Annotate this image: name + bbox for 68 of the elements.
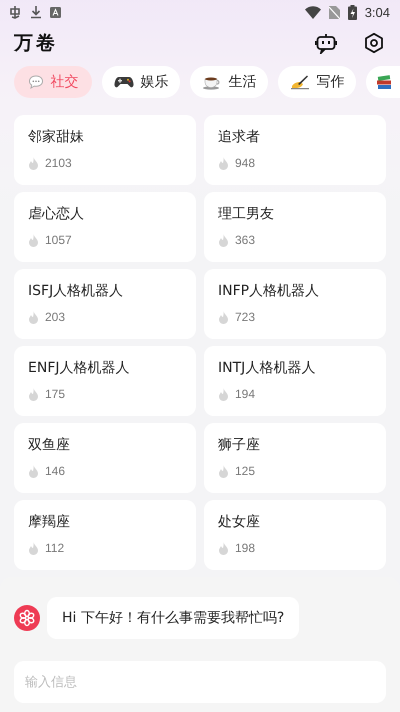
character-name: 追求者 (218, 128, 261, 146)
popularity-count: 363 (235, 233, 256, 247)
flame-icon (28, 156, 39, 170)
flame-icon (28, 542, 39, 554)
app-title: 万卷 (14, 31, 58, 56)
popularity-count: 175 (45, 387, 66, 401)
character-name: INTJ人格机器人 (218, 359, 316, 377)
writing-hand-icon (290, 74, 310, 90)
character-card[interactable]: 摩羯座 112 (14, 500, 196, 570)
popularity-count: 112 (45, 541, 64, 555)
character-name: 理工男友 (218, 205, 275, 223)
character-name: ENFJ人格机器人 (28, 359, 130, 377)
speech-bubble-icon (28, 74, 44, 90)
flame-icon (28, 310, 39, 324)
character-card[interactable]: ENFJ人格机器人 175 (14, 346, 196, 416)
character-name: 处女座 (218, 513, 261, 531)
character-card[interactable]: 处女座 198 (204, 500, 386, 570)
status-time: 3:04 (364, 4, 390, 20)
flame-icon (28, 464, 39, 478)
message-input[interactable]: 输入信息 (14, 661, 386, 703)
flame-icon (28, 234, 39, 246)
character-name: 邻家甜妹 (28, 128, 85, 146)
flame-icon (28, 388, 39, 400)
character-card[interactable]: 追求者 948 (204, 115, 386, 185)
character-card[interactable]: 双鱼座 146 (14, 423, 196, 493)
gamepad-icon (114, 74, 134, 90)
popularity-count: 1057 (45, 233, 72, 247)
download-icon (30, 5, 42, 19)
books-icon (376, 74, 394, 90)
battery-charging-icon (348, 4, 357, 20)
popularity-count: 203 (45, 310, 66, 324)
character-card[interactable]: ISFJ人格机器人 203 (14, 269, 196, 339)
character-card[interactable]: INTJ人格机器人 194 (204, 346, 386, 416)
settings-icon[interactable] (362, 31, 386, 55)
flame-icon (218, 156, 229, 170)
flame-icon (218, 464, 229, 478)
character-name: ISFJ人格机器人 (28, 282, 124, 300)
popularity-count: 125 (235, 464, 256, 478)
no-sim-icon (328, 6, 340, 18)
popularity-count: 2103 (45, 156, 72, 170)
flame-icon (218, 234, 229, 246)
flame-icon (218, 310, 229, 324)
chat-message: Hi 下午好！有什么事需要我帮忙吗? (47, 597, 300, 639)
character-card[interactable]: INFP人格机器人 723 (204, 269, 386, 339)
keyboard-notification-icon (50, 6, 61, 18)
character-name: 双鱼座 (28, 436, 71, 454)
character-card[interactable]: 邻家甜妹 2103 (14, 115, 196, 185)
popularity-count: 146 (45, 464, 66, 478)
flame-icon (218, 388, 229, 400)
character-card[interactable]: 理工男友 363 (204, 192, 386, 262)
category-tab[interactable]: 娱乐 (102, 66, 180, 98)
wifi-icon (304, 6, 321, 18)
character-name: INFP人格机器人 (218, 282, 320, 300)
character-name: 虐心恋人 (28, 205, 85, 223)
popularity-count: 948 (235, 156, 256, 170)
popularity-count: 723 (235, 310, 256, 324)
category-tab[interactable]: 生活 (190, 66, 268, 98)
popularity-count: 198 (235, 541, 256, 555)
character-card[interactable]: 狮子座 125 (204, 423, 386, 493)
character-name: 狮子座 (218, 436, 261, 454)
robot-icon[interactable] (314, 31, 338, 55)
flower-avatar-icon (14, 605, 40, 631)
character-card[interactable]: 虐心恋人 1057 (14, 192, 196, 262)
category-tab[interactable]: 写作 (278, 66, 356, 98)
popularity-count: 194 (235, 387, 256, 401)
character-name: 摩羯座 (28, 513, 71, 531)
flame-icon (218, 542, 229, 554)
app-notification-icon (8, 5, 22, 19)
